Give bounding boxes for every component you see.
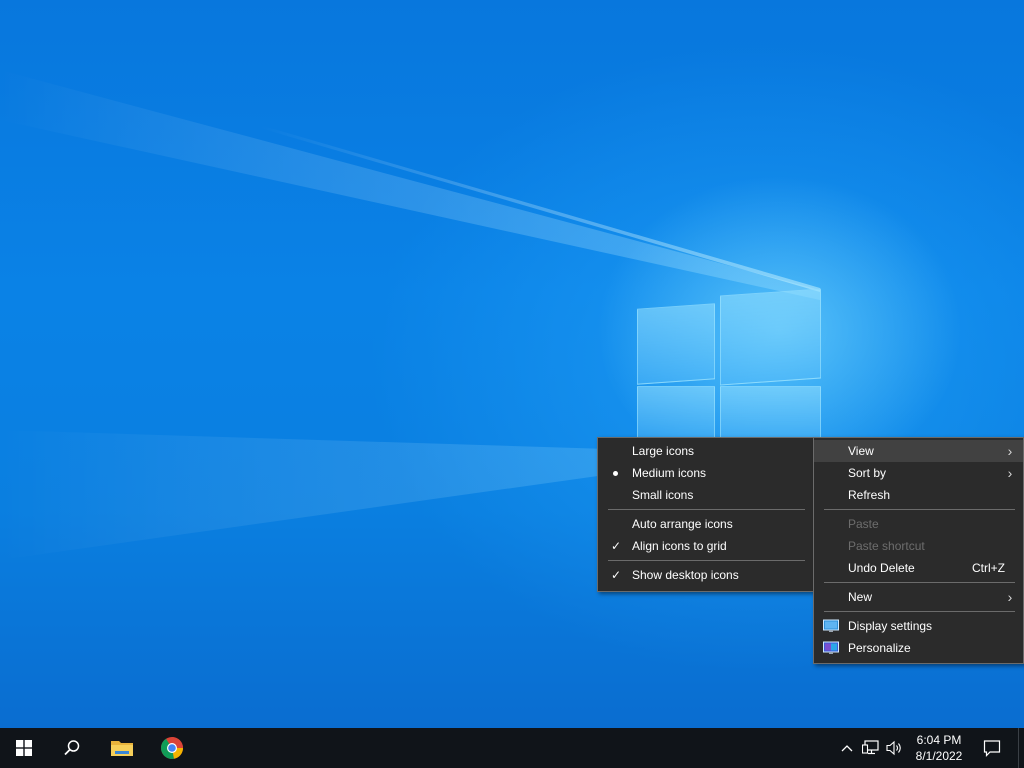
menu-item-view[interactable]: View ›: [814, 440, 1023, 462]
network-icon: [862, 740, 879, 755]
desktop-context-menu: View › Sort by › Refresh Paste Paste sho…: [813, 437, 1024, 664]
wallpaper-logo-pane: [720, 386, 821, 438]
action-center-button[interactable]: [980, 738, 1004, 758]
chevron-right-icon: ›: [1007, 589, 1013, 605]
menu-item-label: Paste shortcut: [848, 539, 925, 553]
network-button[interactable]: [860, 738, 882, 758]
start-button[interactable]: [0, 728, 48, 768]
menu-item-label: Personalize: [848, 641, 911, 655]
volume-button[interactable]: [884, 738, 906, 758]
menu-item-paste-shortcut: Paste shortcut: [814, 535, 1023, 557]
clock-date: 8/1/2022: [915, 749, 963, 763]
menu-item-medium-icons[interactable]: Medium icons: [598, 462, 813, 484]
menu-item-sort-by[interactable]: Sort by ›: [814, 462, 1023, 484]
menu-item-show-desktop-icons[interactable]: ✓ Show desktop icons: [598, 564, 813, 586]
display-settings-icon: [823, 619, 839, 632]
selected-bullet-icon: [613, 471, 618, 476]
clock-time: 6:04 PM: [916, 733, 962, 747]
menu-item-label: Small icons: [632, 488, 694, 502]
menu-separator: [608, 509, 805, 510]
menu-item-label: Paste: [848, 517, 879, 531]
menu-separator: [824, 611, 1015, 612]
menu-item-refresh[interactable]: Refresh: [814, 484, 1023, 506]
file-explorer-button[interactable]: [98, 728, 146, 768]
wallpaper-logo-pane: [720, 288, 821, 386]
menu-item-align-icons-to-grid[interactable]: ✓ Align icons to grid: [598, 535, 813, 557]
volume-icon: [886, 740, 901, 756]
chevron-right-icon: ›: [1007, 465, 1013, 481]
menu-item-label: New: [848, 590, 873, 604]
view-submenu: Large icons Medium icons Small icons Aut…: [597, 437, 814, 592]
menu-item-label: Display settings: [848, 619, 933, 633]
folder-icon: [111, 741, 133, 756]
show-hidden-icons-button[interactable]: [838, 738, 856, 758]
taskbar: 6:04 PM 8/1/2022: [0, 728, 1024, 768]
chrome-button[interactable]: [148, 728, 196, 768]
menu-item-auto-arrange-icons[interactable]: Auto arrange icons: [598, 513, 813, 535]
menu-item-label: Refresh: [848, 488, 891, 502]
wallpaper-logo-pane: [637, 386, 715, 438]
menu-item-label: Align icons to grid: [632, 539, 727, 553]
search-button[interactable]: [48, 728, 96, 768]
menu-separator: [824, 509, 1015, 510]
personalize-icon: [823, 641, 839, 654]
menu-item-label: Large icons: [632, 444, 695, 458]
chevron-right-icon: ›: [1007, 443, 1013, 459]
menu-item-label: Undo Delete: [848, 561, 915, 575]
menu-item-paste: Paste: [814, 513, 1023, 535]
menu-item-label: Sort by: [848, 466, 887, 480]
taskbar-clock[interactable]: 6:04 PM 8/1/2022: [906, 732, 972, 764]
menu-item-label: Show desktop icons: [632, 568, 739, 582]
wallpaper-logo-pane: [637, 303, 715, 385]
menu-item-label: View: [848, 444, 874, 458]
menu-separator: [608, 560, 805, 561]
menu-separator: [824, 582, 1015, 583]
checkmark-icon: ✓: [610, 568, 622, 582]
menu-item-small-icons[interactable]: Small icons: [598, 484, 813, 506]
action-center-icon: [983, 740, 1001, 757]
chrome-icon: [161, 737, 183, 759]
menu-item-personalize[interactable]: Personalize: [814, 637, 1023, 659]
menu-item-label: Medium icons: [632, 466, 707, 480]
menu-item-large-icons[interactable]: Large icons: [598, 440, 813, 462]
menu-item-display-settings[interactable]: Display settings: [814, 615, 1023, 637]
show-desktop-button[interactable]: [1018, 728, 1024, 768]
menu-item-undo-delete[interactable]: Undo Delete Ctrl+Z: [814, 557, 1023, 579]
chevron-up-icon: [841, 745, 853, 752]
checkmark-icon: ✓: [610, 539, 622, 553]
menu-item-new[interactable]: New ›: [814, 586, 1023, 608]
windows-logo-icon: [16, 740, 32, 756]
search-icon: [64, 740, 80, 756]
menu-item-label: Auto arrange icons: [632, 517, 733, 531]
keyboard-shortcut-label: Ctrl+Z: [972, 561, 1005, 575]
